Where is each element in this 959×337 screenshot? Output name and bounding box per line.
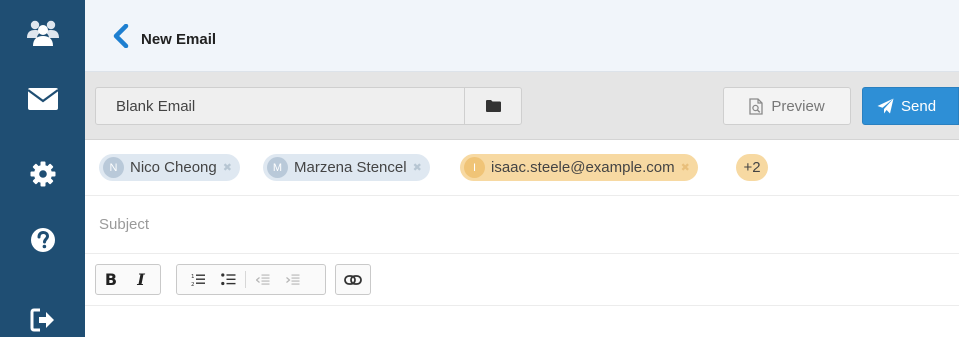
- sidebar-item-email[interactable]: [0, 66, 85, 132]
- numbered-list-icon: 1 2: [191, 274, 205, 287]
- chevron-left-icon[interactable]: [109, 24, 133, 48]
- recipient-name: Marzena Stencel: [294, 159, 407, 176]
- sidebar-item-logout[interactable]: [0, 287, 85, 337]
- italic-button[interactable]: I: [126, 265, 156, 294]
- recipients-field[interactable]: N Nico Cheong ✖ M Marzena Stencel ✖ I is…: [85, 140, 959, 196]
- preview-label: Preview: [771, 97, 825, 115]
- bullet-list-button[interactable]: [213, 265, 243, 294]
- avatar: I: [464, 157, 485, 178]
- send-label: Send: [901, 97, 937, 115]
- remove-icon[interactable]: ✖: [413, 161, 422, 174]
- gear-icon: [30, 161, 55, 187]
- envelope-icon: [26, 88, 59, 110]
- recipient-chip[interactable]: I isaac.steele@example.com ✖: [460, 154, 698, 181]
- recipient-name: Nico Cheong: [130, 159, 217, 176]
- svg-text:2: 2: [191, 282, 195, 287]
- subject-input[interactable]: [85, 196, 959, 253]
- send-button[interactable]: Send: [862, 87, 959, 125]
- sidebar-item-settings[interactable]: [0, 141, 85, 207]
- sign-out-icon: [30, 308, 54, 332]
- avatar: N: [103, 157, 124, 178]
- more-recipients-badge[interactable]: +2: [736, 154, 768, 181]
- file-search-icon: [749, 97, 763, 115]
- folder-icon: [485, 100, 501, 112]
- recipient-email: isaac.steele@example.com: [491, 159, 675, 176]
- outdent-button[interactable]: [248, 265, 278, 294]
- link-group: [335, 264, 371, 295]
- outdent-icon: [256, 274, 270, 285]
- question-circle-icon: [30, 228, 55, 252]
- svg-text:1: 1: [191, 274, 195, 280]
- sidebar-item-help[interactable]: [0, 207, 85, 273]
- toolbar-divider: [245, 271, 246, 288]
- indent-button[interactable]: [278, 265, 308, 294]
- sidebar-item-contacts[interactable]: [0, 0, 85, 66]
- bullet-list-icon: [220, 273, 235, 286]
- email-template-toolbar: Blank Email Preview Send: [85, 72, 959, 140]
- preview-button[interactable]: Preview: [723, 87, 851, 125]
- formatting-toolbar: B I 1 2: [85, 254, 959, 306]
- users-icon: [26, 20, 59, 46]
- insert-link-button[interactable]: [336, 265, 370, 294]
- text-style-group: B I: [95, 264, 161, 295]
- list-group: 1 2: [176, 264, 326, 295]
- indent-icon: [286, 274, 300, 285]
- remove-icon[interactable]: ✖: [223, 161, 232, 174]
- avatar: M: [267, 157, 288, 178]
- page-header: New Email: [85, 0, 959, 72]
- numbered-list-button[interactable]: 1 2: [183, 265, 213, 294]
- subject-row: [85, 196, 959, 254]
- bold-button[interactable]: B: [96, 265, 126, 294]
- template-folder-button[interactable]: [464, 87, 522, 125]
- paper-plane-icon: [877, 98, 894, 114]
- template-select[interactable]: Blank Email: [95, 87, 465, 125]
- link-icon: [344, 274, 362, 285]
- recipient-chip[interactable]: M Marzena Stencel ✖: [263, 154, 430, 181]
- remove-icon[interactable]: ✖: [681, 161, 690, 174]
- recipient-chip[interactable]: N Nico Cheong ✖: [99, 154, 240, 181]
- page-title: New Email: [141, 31, 217, 48]
- sidebar: [0, 0, 85, 337]
